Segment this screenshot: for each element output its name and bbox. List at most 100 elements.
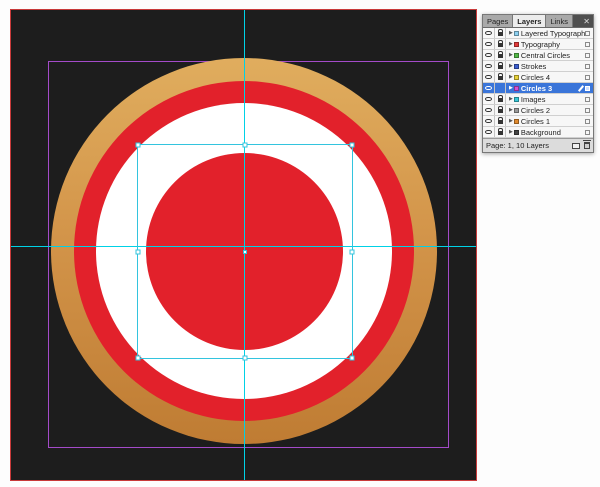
layer-selection-square[interactable] (585, 107, 590, 113)
visibility-toggle[interactable] (483, 61, 495, 71)
layer-color-swatch (513, 30, 519, 36)
selection-handle-sw[interactable] (135, 355, 141, 361)
visibility-toggle[interactable] (483, 28, 495, 38)
visibility-toggle[interactable] (483, 72, 495, 82)
layer-name[interactable]: Circles 2 (521, 105, 585, 116)
lock-toggle[interactable] (495, 116, 506, 126)
eye-icon (485, 31, 492, 35)
lock-toggle[interactable] (495, 83, 506, 93)
layer-selection-square[interactable] (585, 30, 590, 36)
layer-name[interactable]: Typography (521, 39, 585, 50)
pasteboard: Pages Layers Links ✕ ▶ Layered Typograph… (0, 0, 600, 487)
layer-row[interactable]: ▶ Strokes (483, 61, 593, 72)
lock-toggle[interactable] (495, 28, 506, 38)
layers-panel: Pages Layers Links ✕ ▶ Layered Typograph… (482, 14, 594, 153)
expand-triangle-icon[interactable]: ▶ (509, 61, 513, 72)
lock-icon (497, 51, 503, 58)
layer-selection-square[interactable] (585, 85, 590, 91)
layer-color-swatch (513, 63, 519, 69)
layer-row[interactable]: ▶ Central Circles (483, 50, 593, 61)
layer-selection-square[interactable] (585, 41, 590, 47)
close-icon[interactable]: ✕ (580, 15, 593, 27)
layer-name[interactable]: Layered Typography (521, 28, 585, 39)
eye-icon (485, 119, 492, 123)
eye-icon (485, 97, 492, 101)
status-text: Page: 1, 10 Layers (486, 141, 549, 150)
layer-name[interactable]: Circles 4 (521, 72, 585, 83)
layer-row[interactable]: ▶ Layered Typography (483, 28, 593, 39)
selection-handle-n[interactable] (242, 142, 248, 148)
visibility-toggle[interactable] (483, 39, 495, 49)
layer-name[interactable]: Circles 3 (521, 83, 580, 94)
layer-name[interactable]: Images (521, 94, 585, 105)
layer-row[interactable]: ▶ Circles 4 (483, 72, 593, 83)
layer-row[interactable]: ▶ Circles 3 (483, 83, 593, 94)
new-layer-icon[interactable] (572, 142, 580, 149)
eye-icon (485, 64, 492, 68)
expand-triangle-icon[interactable]: ▶ (509, 94, 513, 105)
layer-row[interactable]: ▶ Images (483, 94, 593, 105)
layer-row[interactable]: ▶ Background (483, 127, 593, 138)
selection-handle-s[interactable] (242, 355, 248, 361)
lock-toggle[interactable] (495, 105, 506, 115)
expand-triangle-icon[interactable]: ▶ (509, 116, 513, 127)
lock-icon (497, 29, 503, 36)
tab-layers[interactable]: Layers (513, 15, 547, 27)
layer-row[interactable]: ▶ Circles 1 (483, 116, 593, 127)
layer-name[interactable]: Background (521, 127, 585, 138)
expand-triangle-icon[interactable]: ▶ (509, 83, 513, 94)
expand-triangle-icon[interactable]: ▶ (509, 39, 513, 50)
lock-toggle[interactable] (495, 72, 506, 82)
selection-center-point[interactable] (243, 249, 247, 254)
layer-selection-square[interactable] (585, 96, 590, 102)
layer-selection-square[interactable] (585, 118, 590, 124)
layer-selection-square[interactable] (585, 63, 590, 69)
lock-toggle[interactable] (495, 61, 506, 71)
lock-toggle[interactable] (495, 127, 506, 137)
lock-icon (497, 62, 503, 69)
visibility-toggle[interactable] (483, 116, 495, 126)
layer-color-swatch (513, 74, 519, 80)
layer-selection-square[interactable] (585, 129, 590, 135)
lock-toggle[interactable] (495, 50, 506, 60)
document-page (10, 9, 477, 481)
delete-layer-icon[interactable] (583, 140, 591, 149)
layer-color-swatch (513, 129, 519, 135)
selection-handle-ne[interactable] (349, 142, 355, 148)
lock-icon (497, 117, 503, 124)
selection-handle-nw[interactable] (135, 142, 141, 148)
expand-triangle-icon[interactable]: ▶ (509, 28, 513, 39)
visibility-toggle[interactable] (483, 94, 495, 104)
lock-icon (497, 128, 503, 135)
selection-handle-w[interactable] (135, 249, 141, 254)
selection-handle-e[interactable] (349, 249, 355, 254)
expand-triangle-icon[interactable]: ▶ (509, 72, 513, 83)
layer-selection-square[interactable] (585, 74, 590, 80)
layer-name[interactable]: Central Circles (521, 50, 585, 61)
eye-icon (485, 130, 492, 134)
eye-icon (485, 108, 492, 112)
selection-bounding-box[interactable] (135, 142, 355, 361)
eye-icon (485, 42, 492, 46)
visibility-toggle[interactable] (483, 127, 495, 137)
lock-toggle[interactable] (495, 39, 506, 49)
layer-color-swatch (513, 41, 519, 47)
selection-handle-se[interactable] (349, 355, 355, 361)
layer-row[interactable]: ▶ Circles 2 (483, 105, 593, 116)
tab-links[interactable]: Links (546, 15, 573, 27)
expand-triangle-icon[interactable]: ▶ (509, 50, 513, 61)
layer-name[interactable]: Circles 1 (521, 116, 585, 127)
lock-toggle[interactable] (495, 94, 506, 104)
panel-status-bar: Page: 1, 10 Layers (483, 138, 593, 152)
expand-triangle-icon[interactable]: ▶ (509, 127, 513, 138)
visibility-toggle[interactable] (483, 105, 495, 115)
layer-color-swatch (513, 96, 519, 102)
layer-name[interactable]: Strokes (521, 61, 585, 72)
layer-selection-square[interactable] (585, 52, 590, 58)
lock-icon (497, 95, 503, 102)
visibility-toggle[interactable] (483, 83, 495, 93)
tab-pages[interactable]: Pages (483, 15, 514, 27)
visibility-toggle[interactable] (483, 50, 495, 60)
layer-row[interactable]: ▶ Typography (483, 39, 593, 50)
expand-triangle-icon[interactable]: ▶ (509, 105, 513, 116)
